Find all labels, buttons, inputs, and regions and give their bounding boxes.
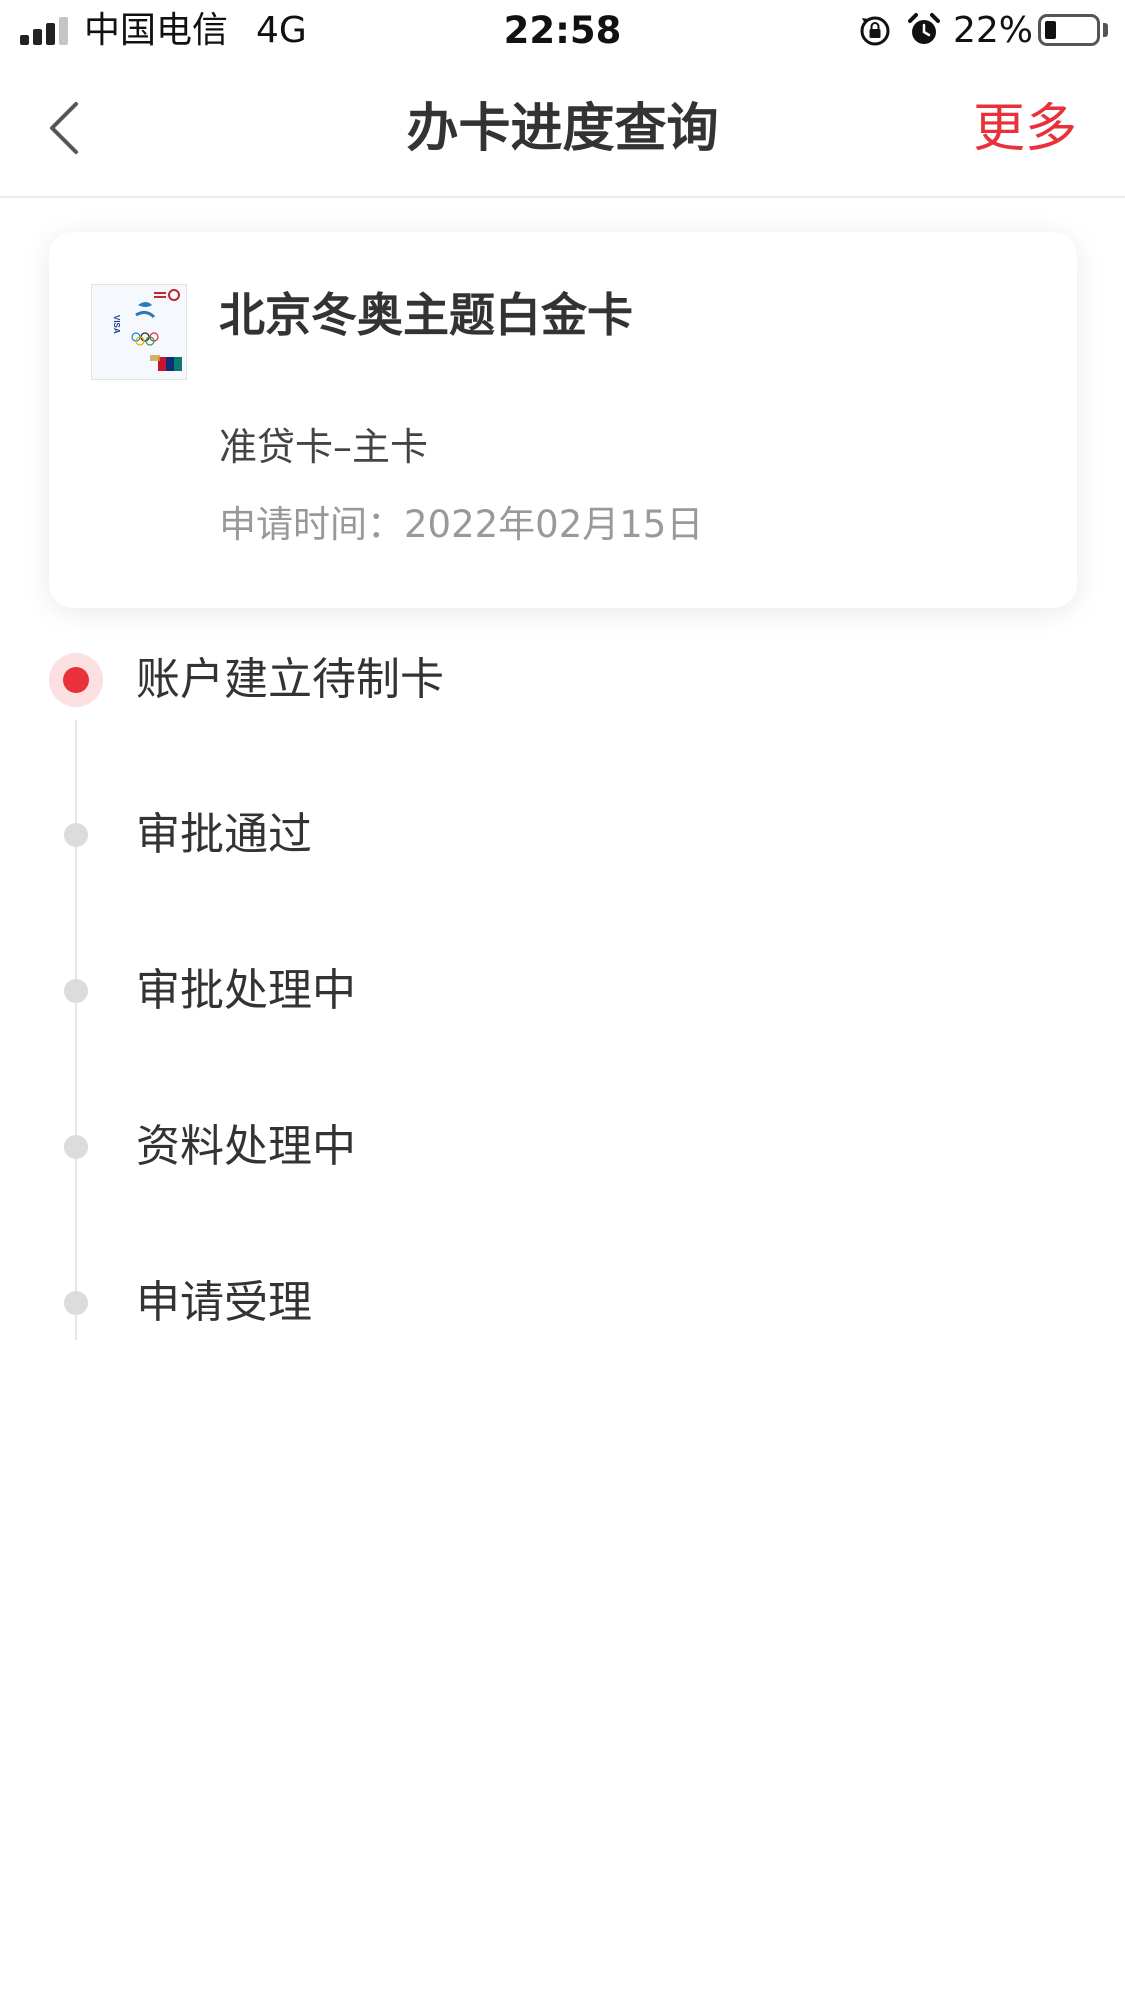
timeline-dot [64, 979, 88, 1003]
alarm-icon [908, 13, 940, 44]
timeline-dot-active [49, 653, 103, 707]
credit-card-image: VISA [91, 284, 187, 380]
more-button[interactable]: 更多 [973, 96, 1077, 162]
battery-cap [1103, 23, 1108, 37]
visa-logo-text: VISA [112, 315, 121, 334]
timeline-step-label: 审批处理中 [136, 965, 356, 1016]
card-type: 准贷卡–主卡 [219, 425, 429, 469]
timeline-step-label: 账户建立待制卡 [136, 654, 444, 705]
timeline-dot [64, 1291, 88, 1315]
timeline-step-approved: 审批通过 [0, 795, 1125, 875]
timeline-step-label: 申请受理 [136, 1277, 312, 1328]
battery-icon [1038, 14, 1100, 46]
page-title: 办卡进度查询 [406, 99, 719, 159]
timeline-step-label: 审批通过 [136, 809, 312, 860]
timeline-step-application-received: 申请受理 [0, 1263, 1125, 1343]
timeline-dot [64, 1135, 88, 1159]
timeline-step-approval-processing: 审批处理中 [0, 951, 1125, 1031]
progress-timeline: 账户建立待制卡 审批通过 审批处理中 资料处理中 申请受理 [0, 640, 1125, 1400]
battery-percentage: 22% [953, 10, 1034, 51]
card-name: 北京冬奥主题白金卡 [219, 288, 633, 342]
timeline-dot [64, 823, 88, 847]
timeline-step-label: 资料处理中 [136, 1121, 356, 1172]
navigation-bar: 办卡进度查询 更多 [0, 62, 1125, 198]
timeline-step-account-created: 账户建立待制卡 [0, 640, 1125, 720]
card-info-panel: VISA 北京冬奥主题白金卡 准贷卡–主卡 申请时间：2022年02月15日 [49, 232, 1077, 608]
timeline-step-documents-processing: 资料处理中 [0, 1107, 1125, 1187]
application-date: 申请时间：2022年02月15日 [219, 503, 704, 546]
status-bar: 中国电信 4G 22:58 22% [0, 0, 1125, 62]
rotation-lock-icon [860, 16, 890, 46]
